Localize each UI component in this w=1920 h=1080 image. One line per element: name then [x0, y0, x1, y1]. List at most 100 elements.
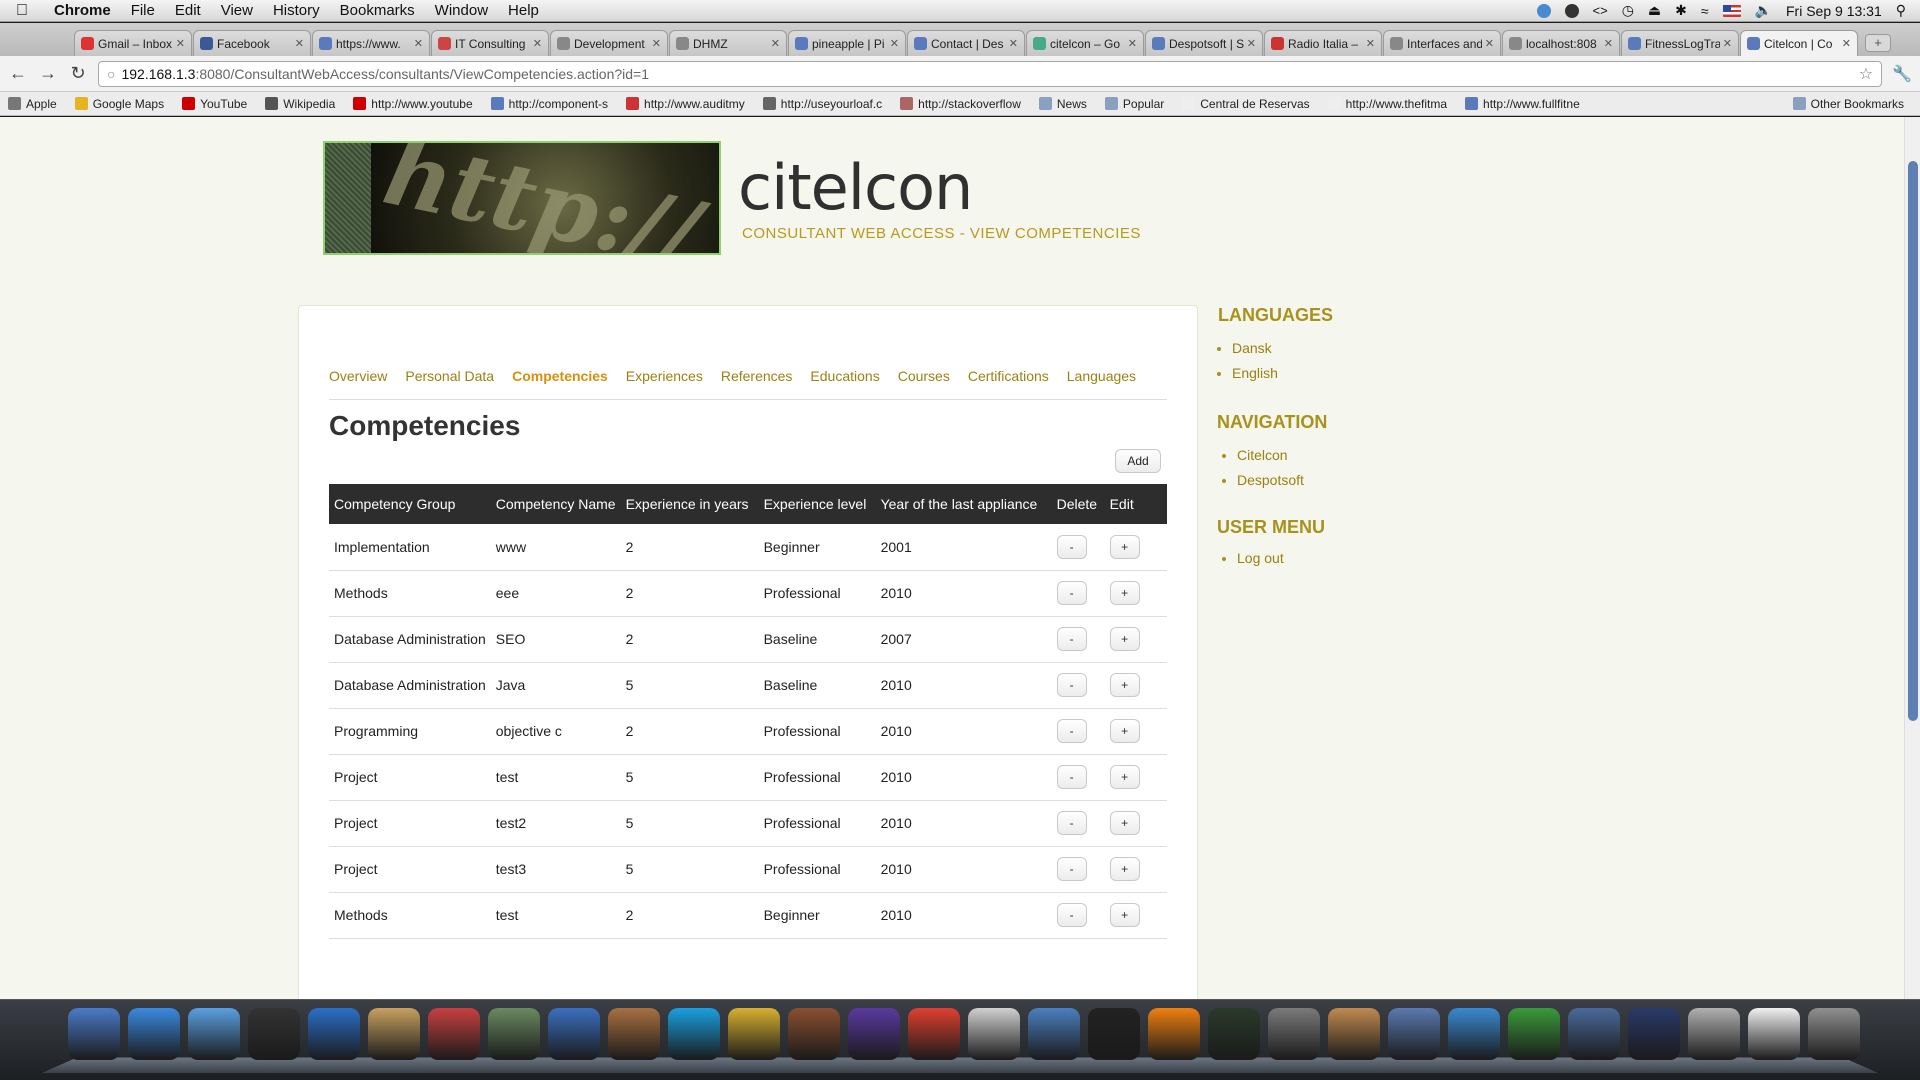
delete-row-button[interactable]: -	[1056, 719, 1087, 743]
bookmark-item[interactable]: http://useyourloaf.c	[762, 97, 882, 111]
close-tab-icon[interactable]: ✕	[1723, 37, 1732, 50]
dock-app-icon[interactable]	[488, 1008, 540, 1060]
bookmark-item[interactable]: Popular	[1104, 97, 1164, 111]
edit-row-button[interactable]: +	[1109, 903, 1140, 927]
vertical-scrollbar[interactable]	[1904, 117, 1920, 999]
volume-icon[interactable]: 🔈	[1755, 2, 1772, 19]
dock-app-icon[interactable]	[1328, 1008, 1380, 1060]
browser-tab[interactable]: citelcon – Go ✕	[1026, 30, 1144, 56]
menu-edit[interactable]: Edit	[165, 2, 211, 19]
dock-app-icon[interactable]	[1148, 1008, 1200, 1060]
time-machine-icon[interactable]: ◷	[1622, 2, 1634, 19]
edit-row-button[interactable]: +	[1109, 627, 1140, 651]
bluetooth-icon[interactable]: ✱	[1675, 2, 1687, 19]
spotlight-search-icon[interactable]: ⚲	[1896, 2, 1906, 19]
bookmark-item[interactable]: http://stackoverflow	[900, 97, 1021, 111]
close-tab-icon[interactable]: ✕	[1604, 37, 1613, 50]
tab-educations[interactable]: Educations	[810, 368, 879, 399]
close-tab-icon[interactable]: ✕	[771, 37, 780, 50]
tab-overview[interactable]: Overview	[329, 368, 387, 399]
forward-arrow-icon[interactable]: →	[38, 63, 58, 84]
dock-app-icon[interactable]	[428, 1008, 480, 1060]
tab-experiences[interactable]: Experiences	[626, 368, 703, 399]
browser-tab[interactable]: Development ✕	[550, 30, 668, 56]
bookmark-item[interactable]: Central de Reservas	[1182, 97, 1310, 111]
nav-link-despotsoft[interactable]: Despotsoft	[1237, 472, 1304, 488]
edit-row-button[interactable]: +	[1109, 719, 1140, 743]
dock-app-icon[interactable]	[908, 1008, 960, 1060]
close-tab-icon[interactable]: ✕	[1128, 37, 1137, 50]
dock-app-icon[interactable]	[368, 1008, 420, 1060]
close-tab-icon[interactable]: ✕	[1842, 37, 1851, 50]
input-source-flag-icon[interactable]	[1722, 4, 1741, 17]
delete-row-button[interactable]: -	[1056, 811, 1087, 835]
edit-row-button[interactable]: +	[1109, 673, 1140, 697]
delete-row-button[interactable]: -	[1056, 581, 1087, 605]
dock-app-icon[interactable]	[248, 1008, 300, 1060]
logout-link[interactable]: Log out	[1237, 550, 1284, 566]
tab-personal-data[interactable]: Personal Data	[405, 368, 494, 399]
bookmark-item[interactable]: Apple	[8, 97, 57, 111]
edit-row-button[interactable]: +	[1109, 534, 1140, 559]
bookmark-item[interactable]: http://component-s	[490, 97, 608, 111]
menu-window[interactable]: Window	[425, 2, 498, 19]
address-bar[interactable]: ○ 192.168.1.3:8080/ConsultantWebAccess/c…	[98, 60, 1883, 87]
dock-app-icon[interactable]	[1448, 1008, 1500, 1060]
browser-tab[interactable]: FitnessLogTra ✕	[1621, 30, 1739, 56]
menu-view[interactable]: View	[211, 2, 263, 19]
dock-app-icon[interactable]	[608, 1008, 660, 1060]
delete-row-button[interactable]: -	[1056, 673, 1087, 697]
browser-tab[interactable]: Contact | Des ✕	[907, 30, 1025, 56]
delete-row-button[interactable]: -	[1056, 534, 1087, 559]
edit-row-button[interactable]: +	[1109, 811, 1140, 835]
bookmark-item[interactable]: http://www.auditmy	[626, 97, 745, 111]
bookmark-item[interactable]: Wikipedia	[265, 97, 335, 111]
bookmark-item[interactable]: http://www.fullfitne	[1465, 97, 1580, 111]
tab-references[interactable]: References	[721, 368, 793, 399]
eject-icon[interactable]: ⏏	[1648, 2, 1661, 19]
wrench-menu-icon[interactable]: 🔧	[1892, 64, 1912, 84]
language-link-dansk[interactable]: Dansk	[1232, 340, 1272, 356]
browser-tab[interactable]: localhost:808 ✕	[1502, 30, 1620, 56]
apple-menu-icon[interactable]: 	[0, 2, 44, 20]
close-tab-icon[interactable]: ✕	[414, 37, 423, 50]
menu-chrome[interactable]: Chrome	[44, 2, 121, 19]
dock-app-icon[interactable]	[668, 1008, 720, 1060]
delete-row-button[interactable]: -	[1056, 857, 1087, 881]
scrollbar-thumb[interactable]	[1908, 161, 1918, 721]
language-link-english[interactable]: English	[1232, 365, 1278, 381]
close-tab-icon[interactable]: ✕	[533, 37, 542, 50]
dock-app-icon[interactable]	[1208, 1008, 1260, 1060]
browser-tab[interactable]: pineapple | Pi ✕	[788, 30, 906, 56]
dock-app-icon[interactable]	[548, 1008, 600, 1060]
edit-row-button[interactable]: +	[1109, 581, 1140, 605]
browser-tab[interactable]: Facebook ✕	[193, 30, 311, 56]
wifi-icon[interactable]: ≈	[1701, 3, 1709, 19]
page-info-icon[interactable]: ○	[107, 66, 115, 82]
bookmark-item[interactable]: http://www.thefitma	[1327, 97, 1447, 111]
menu-bookmarks[interactable]: Bookmarks	[330, 2, 425, 19]
bookmark-item[interactable]: Google Maps	[74, 97, 164, 111]
back-arrow-icon[interactable]: ←	[8, 63, 28, 84]
delete-row-button[interactable]: -	[1056, 903, 1087, 927]
nav-link-citelcon[interactable]: Citelcon	[1237, 447, 1288, 463]
new-tab-button[interactable]: +	[1865, 34, 1891, 52]
dock-app-icon[interactable]	[788, 1008, 840, 1060]
browser-tab[interactable]: Interfaces and ✕	[1383, 30, 1501, 56]
dock-app-icon[interactable]	[308, 1008, 360, 1060]
close-tab-icon[interactable]: ✕	[652, 37, 661, 50]
browser-tab[interactable]: Despotsoft | S ✕	[1145, 30, 1263, 56]
dock-app-icon[interactable]	[1268, 1008, 1320, 1060]
dock-app-icon[interactable]	[128, 1008, 180, 1060]
dock-app-icon[interactable]	[848, 1008, 900, 1060]
bookmark-item[interactable]: http://www.youtube	[353, 97, 473, 111]
browser-tab[interactable]: DHMZ ✕	[669, 30, 787, 56]
bookmark-item[interactable]: YouTube	[182, 97, 247, 111]
dock-app-icon[interactable]	[1088, 1008, 1140, 1060]
tab-competencies[interactable]: Competencies	[512, 368, 608, 399]
browser-tab[interactable]: Gmail – Inbox ✕	[74, 30, 192, 56]
clock[interactable]: Fri Sep 9 13:31	[1786, 3, 1882, 19]
reload-icon[interactable]: ↻	[68, 63, 88, 84]
dock-app-icon[interactable]	[1388, 1008, 1440, 1060]
close-tab-icon[interactable]: ✕	[1247, 37, 1256, 50]
